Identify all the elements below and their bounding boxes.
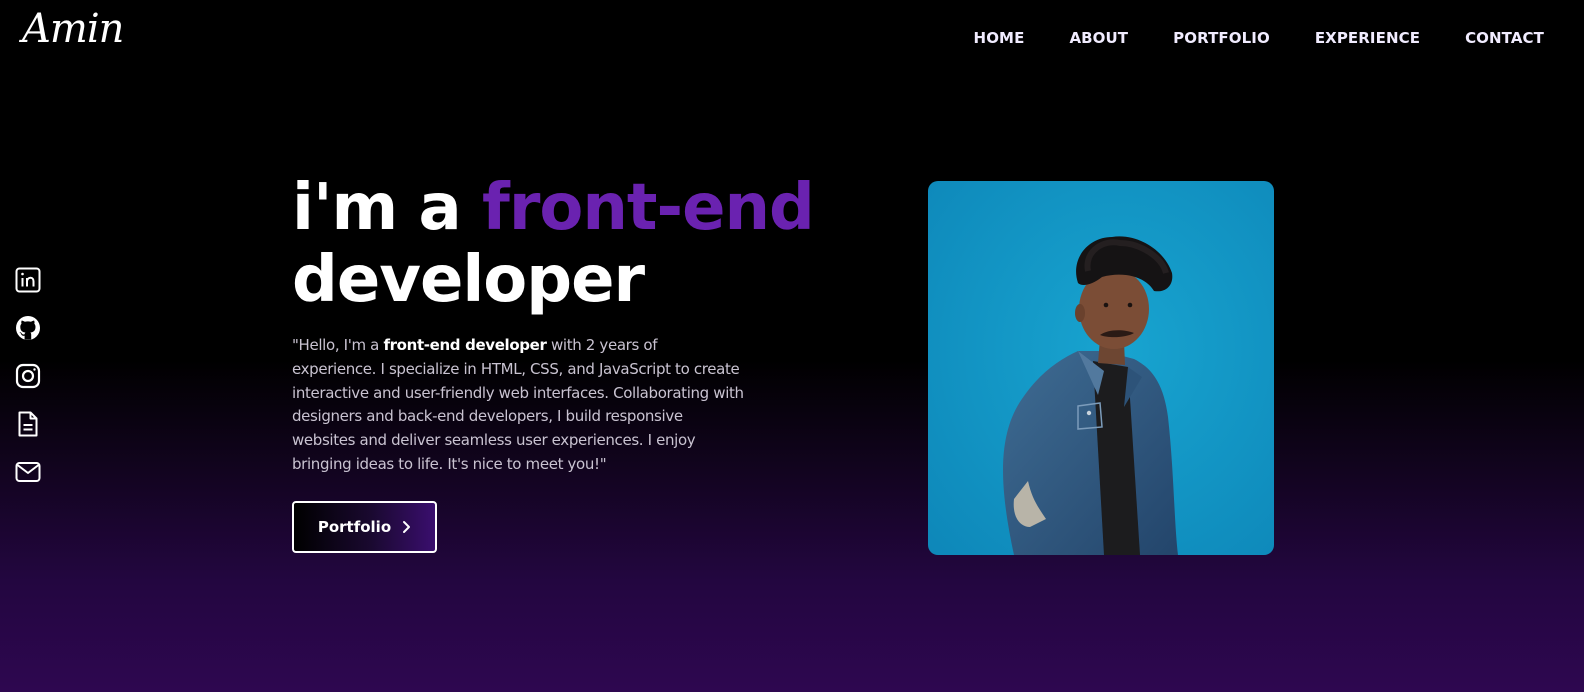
hero-description: "Hello, I'm a front-end developer with 2…: [292, 334, 744, 477]
mail-icon[interactable]: [14, 458, 42, 486]
site-logo[interactable]: Amin: [22, 6, 124, 52]
hero-title: i'm a front-end developer: [292, 171, 815, 317]
profile-photo-illustration: [928, 181, 1274, 555]
profile-photo: [928, 181, 1274, 555]
hero-title-accent: front-end: [481, 171, 815, 245]
nav-home-link[interactable]: HOME: [974, 29, 1025, 47]
resume-icon[interactable]: [14, 410, 42, 438]
instagram-icon[interactable]: [14, 362, 42, 390]
nav-experience-link[interactable]: EXPERIENCE: [1315, 29, 1420, 47]
social-links: [14, 266, 42, 486]
nav-contact-link[interactable]: CONTACT: [1465, 29, 1544, 47]
portfolio-button[interactable]: Portfolio: [292, 501, 437, 553]
github-icon[interactable]: [14, 314, 42, 342]
nav-about-link[interactable]: ABOUT: [1069, 29, 1128, 47]
portfolio-button-label: Portfolio: [317, 518, 392, 536]
main-nav: HOME ABOUT PORTFOLIO EXPERIENCE CONTACT: [974, 29, 1544, 47]
nav-portfolio-link[interactable]: PORTFOLIO: [1173, 29, 1270, 47]
hero-title-suffix: developer: [292, 243, 645, 317]
hero-desc-end: with 2 years of experience. I specialize…: [292, 336, 744, 473]
hero-desc-start: "Hello, I'm a: [292, 336, 384, 354]
hero-desc-highlight: front-end developer: [383, 336, 547, 354]
chevron-right-icon: [403, 521, 411, 533]
linkedin-icon[interactable]: [14, 266, 42, 294]
hero-title-prefix: i'm a: [292, 171, 482, 245]
